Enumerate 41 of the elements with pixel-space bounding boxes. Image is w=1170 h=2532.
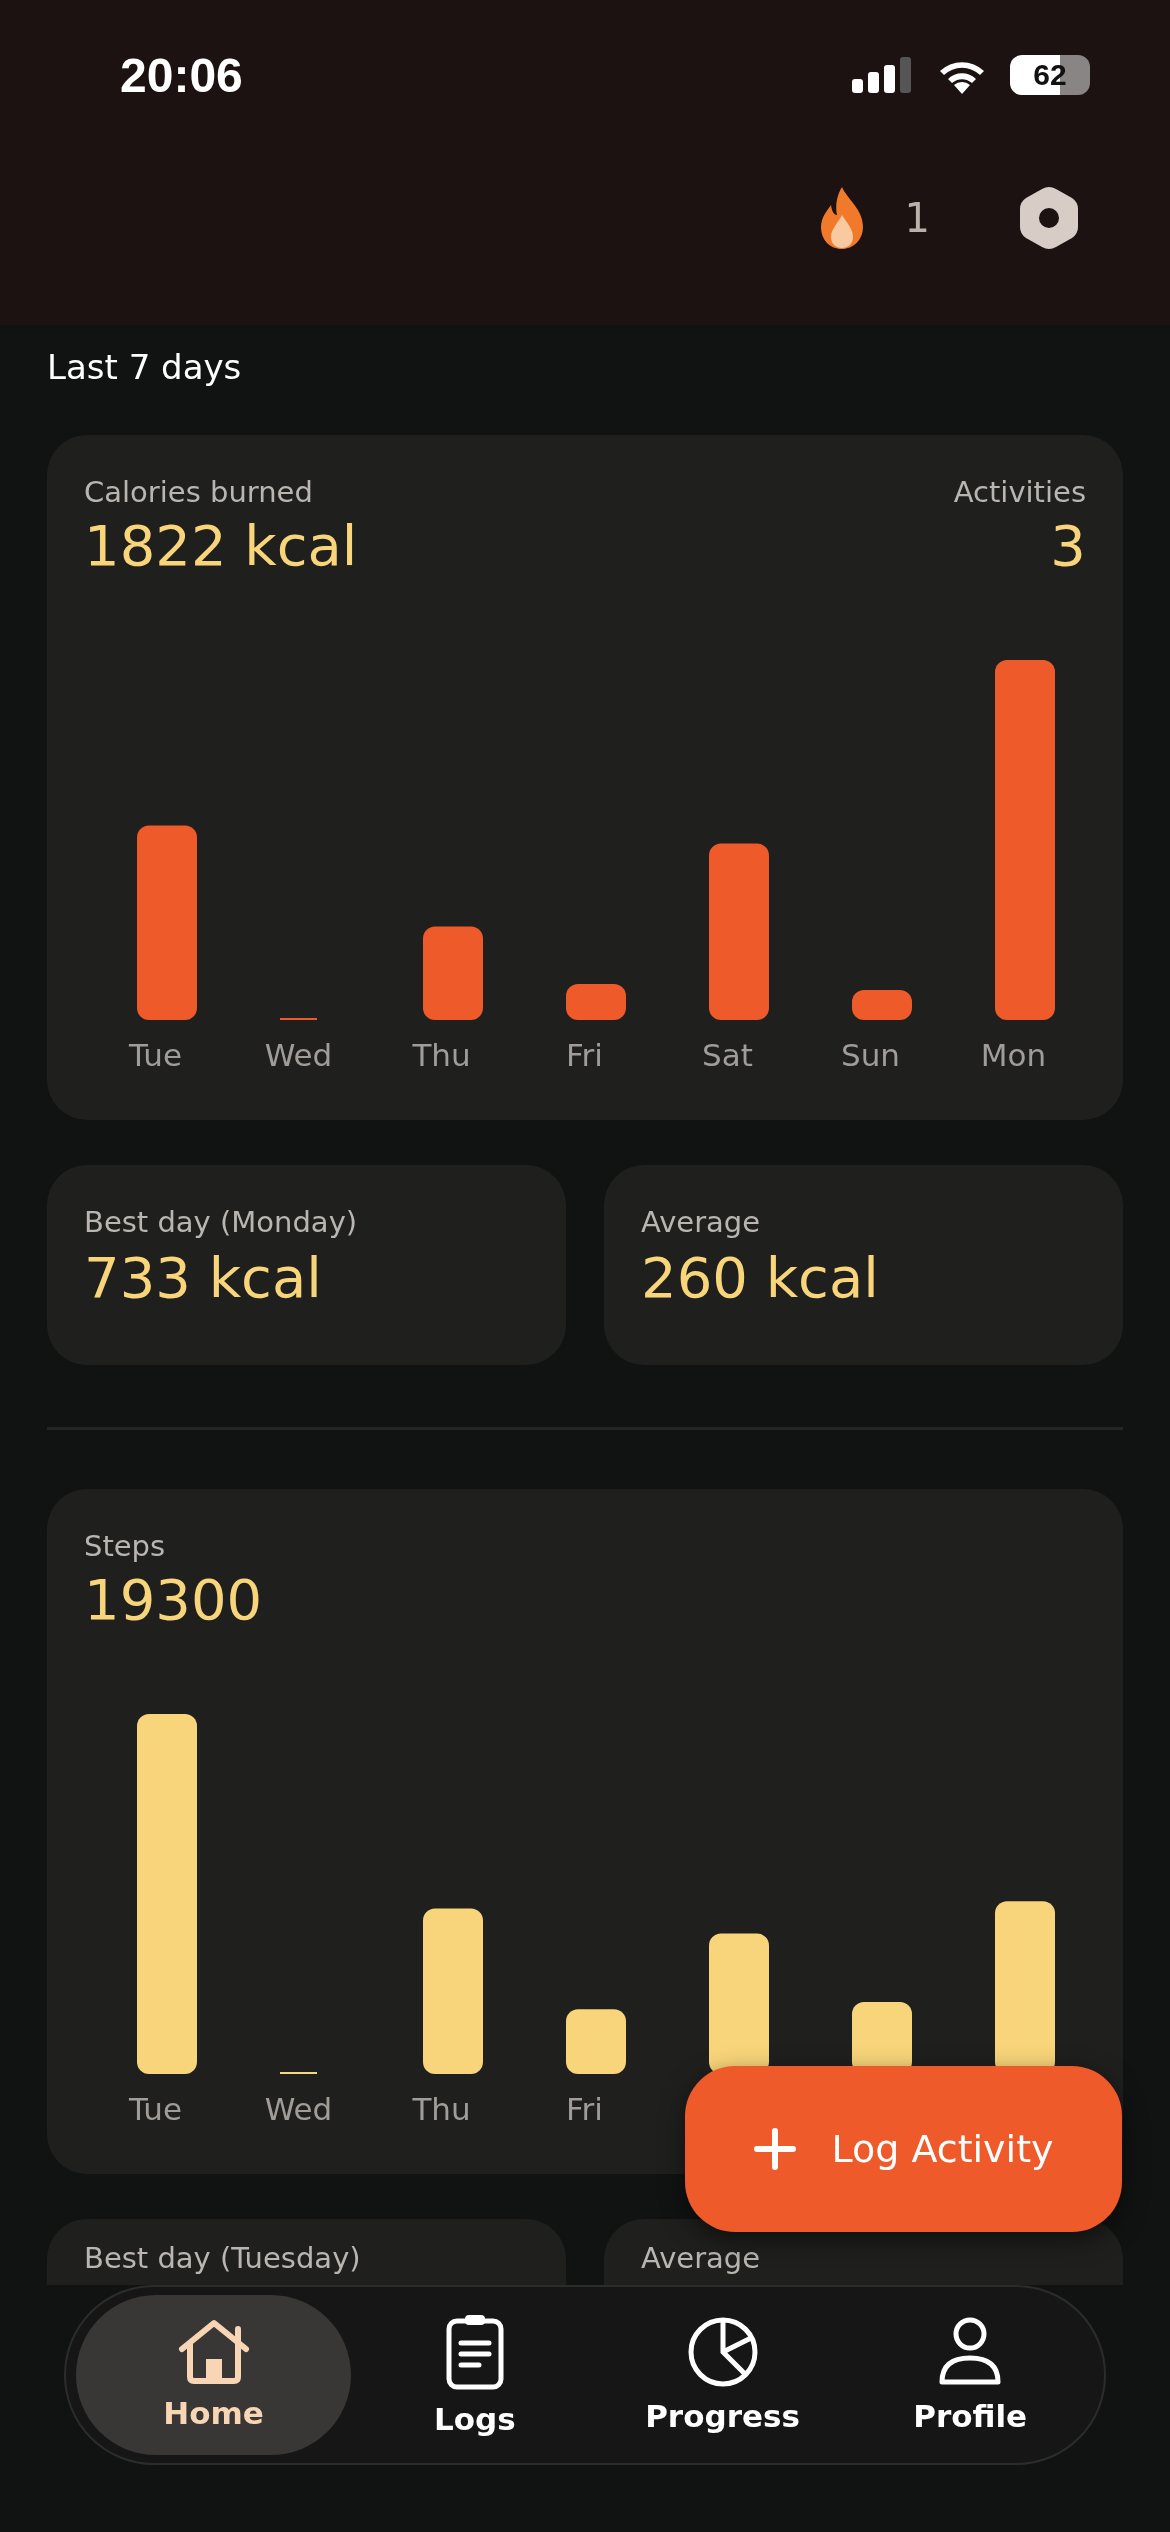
day-label: Fri [566,2091,603,2127]
status-time: 20:06 [120,47,243,103]
tab-item[interactable]: Home [76,2295,351,2455]
card-label: Activities [953,475,1086,509]
tab-item[interactable]: Progress [598,2295,847,2455]
plus-icon [753,2127,798,2171]
chart-bar [566,2009,626,2074]
card-value: 19300 [84,1567,263,1632]
streak-count: 1 [904,194,930,241]
tab-item[interactable]: Logs [351,2295,599,2455]
stat-label: Best day (Monday) [84,1205,359,1239]
pie-chart-icon [686,2316,759,2388]
day-label: Mon [980,1037,1047,1073]
day-label: Sat [702,1037,753,1073]
stat-label: Best day (Tuesday) [84,2241,362,2275]
tab-item[interactable]: Profile [846,2295,1094,2455]
card-label: Calories burned [84,475,314,509]
period-title: Last 7 days [47,346,243,389]
chart-bar [566,984,626,1020]
card-value: 1822 kcal [84,513,358,578]
day-label: Wed [264,1037,333,1073]
stat-value: 733 kcal [84,1245,323,1310]
stat-label: Average [641,1205,762,1239]
day-label: Tue [129,2091,182,2127]
stat-value: 260 kcal [641,1245,880,1310]
signal-icon [852,57,914,93]
settings-icon[interactable] [1020,186,1078,249]
day-label: Fri [566,1037,603,1073]
person-icon [938,2316,1003,2388]
chart-bar [852,990,912,1020]
day-label: Sun [841,1037,900,1073]
card-label: Steps [84,1529,167,1563]
day-label: Wed [264,2091,333,2127]
day-label: Thu [412,2091,471,2127]
clipboard-icon [444,2313,505,2391]
stat-label: Average [641,2241,762,2275]
battery-icon: 62 [1010,55,1090,95]
day-label: Thu [412,1037,471,1073]
day-label: Tue [129,1037,182,1073]
home-icon [177,2319,250,2385]
card-value: 3 [1050,513,1086,578]
